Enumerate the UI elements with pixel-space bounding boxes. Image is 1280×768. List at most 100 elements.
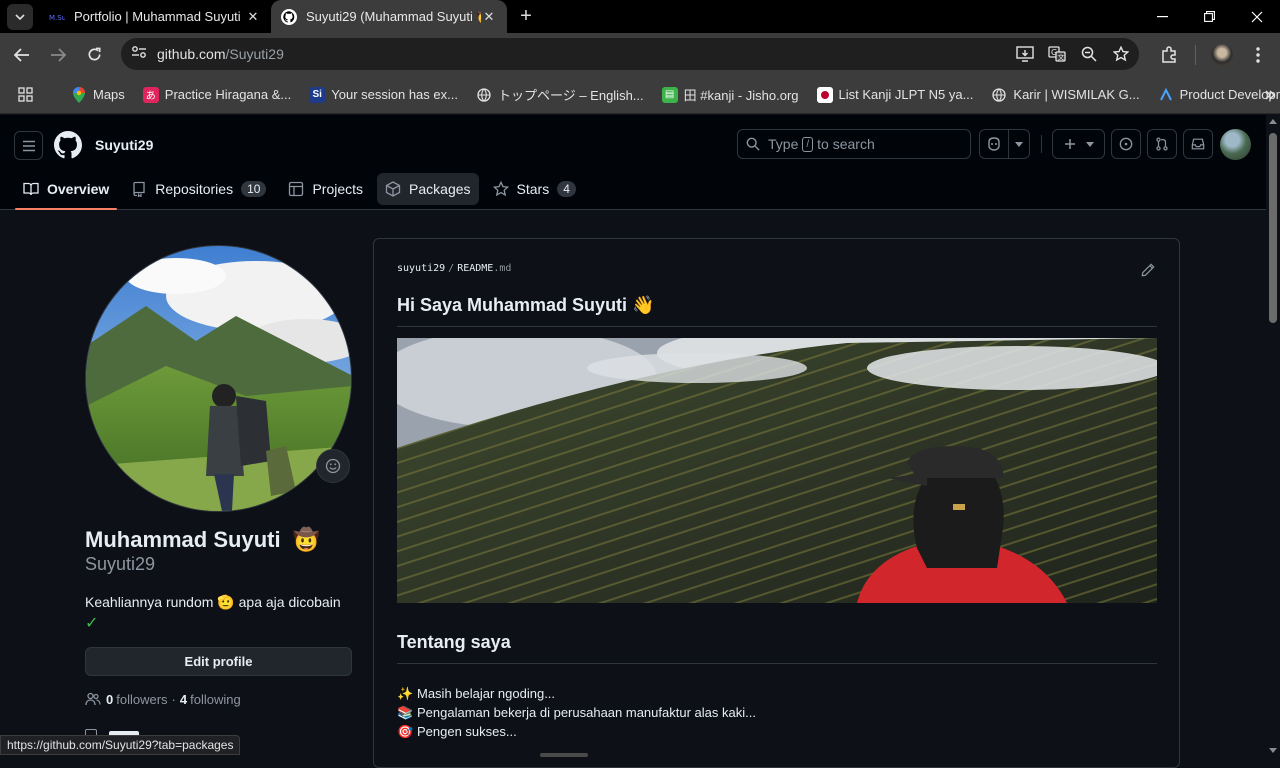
url-text: github.com/Suyuti29	[157, 46, 284, 62]
inbox-icon	[1191, 138, 1205, 150]
readme-banner-image	[397, 338, 1157, 603]
restore-icon[interactable]	[1186, 0, 1233, 33]
issues-button[interactable]	[1111, 129, 1141, 159]
following-label: following	[190, 691, 241, 707]
github-logo-icon[interactable]	[54, 131, 82, 164]
globe-icon	[991, 87, 1007, 103]
browser-tab-github[interactable]: Suyuti29 (Muhammad Suyuti 🤠 ✕	[271, 0, 507, 33]
product-icon	[1158, 87, 1174, 103]
chevron-down-icon	[15, 13, 25, 20]
cowboy-emoji-icon: 🤠	[292, 527, 321, 552]
browser-tab-portfolio[interactable]: M.Sut Portfolio | Muhammad Suyuti ✕	[39, 0, 271, 33]
create-new-button[interactable]	[1052, 129, 1105, 159]
back-icon[interactable]	[4, 39, 40, 71]
profile-avatar-icon[interactable]	[1204, 43, 1240, 66]
copilot-dropdown[interactable]	[1008, 129, 1030, 159]
close-tab-icon[interactable]: ✕	[481, 9, 497, 25]
bookmark-label: Karir | WISMILAK G...	[1013, 87, 1140, 102]
bookmark-label: Maps	[93, 87, 125, 102]
hamburger-menu-icon[interactable]	[14, 131, 43, 160]
site-info-icon[interactable]	[131, 45, 147, 64]
translate-icon[interactable]: G文	[1047, 44, 1067, 64]
forward-icon[interactable]	[40, 39, 76, 71]
jisho-icon: ▤	[661, 86, 678, 103]
bookmark-maps[interactable]: Maps	[71, 86, 125, 103]
menu-kebab-icon[interactable]	[1240, 46, 1276, 63]
profile-bio: Keahliannya rundom 🫡 apa aja dicobain ✓	[85, 592, 355, 634]
search-input[interactable]: Type / to search	[737, 129, 971, 159]
search-icon	[746, 137, 760, 151]
search-shortcut-key: /	[802, 136, 814, 152]
bookmark-hiragana[interactable]: あ Practice Hiragana &...	[142, 86, 291, 103]
more-bookmarks-icon[interactable]	[1264, 89, 1276, 101]
apps-grid-icon[interactable]	[18, 87, 33, 102]
browser-toolbar: github.com/Suyuti29 G文	[0, 33, 1280, 76]
copilot-icon	[988, 137, 1000, 151]
list-item-text: Masih belajar ngoding...	[417, 686, 556, 701]
inbox-button[interactable]	[1183, 129, 1213, 159]
tab-stars[interactable]: Stars 4	[485, 173, 584, 205]
hiragana-icon: あ	[142, 86, 159, 103]
tab-search-button[interactable]	[7, 3, 33, 30]
bookmark-wismilak[interactable]: Karir | WISMILAK G...	[991, 87, 1140, 103]
close-tab-icon[interactable]: ✕	[245, 9, 261, 25]
following-link[interactable]: 4 following	[180, 692, 241, 707]
bookmark-session[interactable]: Si Your session has ex...	[309, 86, 458, 103]
profile-login: Suyuti29	[85, 554, 156, 574]
close-window-icon[interactable]	[1233, 0, 1280, 33]
tab-label: Repositories	[155, 181, 234, 197]
new-tab-button[interactable]: +	[511, 5, 541, 28]
bookmark-kanji-list[interactable]: List Kanji JLPT N5 ya...	[816, 86, 973, 103]
scroll-up-arrow-icon[interactable]	[1269, 119, 1277, 124]
scroll-thumb[interactable]	[1269, 133, 1277, 323]
tab-label: Packages	[409, 181, 471, 197]
pull-request-icon	[1156, 137, 1168, 151]
github-favicon-icon	[281, 8, 297, 25]
tab-projects[interactable]: Projects	[280, 173, 371, 205]
profile-nav-tabs: Overview Repositories 10 Projects Packag…	[15, 173, 590, 210]
install-app-icon[interactable]	[1015, 44, 1035, 64]
tab-overview[interactable]: Overview	[15, 173, 118, 210]
reload-icon[interactable]	[76, 39, 112, 71]
bookmark-product[interactable]: Product Developme...	[1158, 87, 1280, 103]
bookmark-label: 田 #kanji - Jisho.org	[683, 88, 799, 103]
pull-requests-button[interactable]	[1147, 129, 1177, 159]
profile-photo	[86, 246, 351, 511]
zoom-icon[interactable]	[1079, 44, 1099, 64]
globe-icon	[476, 87, 492, 103]
bookmark-jisho[interactable]: ▤ 田 #kanji - Jisho.org	[661, 85, 799, 104]
tab-title: Portfolio | Muhammad Suyuti	[74, 9, 241, 24]
horizontal-scroll-thumb[interactable]	[540, 753, 588, 757]
bookmarks-bar: Maps あ Practice Hiragana &... Si Your se…	[0, 76, 1280, 114]
list-item-text: Pengalaman bekerja di perusahaan manufak…	[417, 705, 756, 720]
readme-owner[interactable]: suyuti29	[397, 263, 445, 274]
header-username[interactable]: Suyuti29	[95, 137, 153, 153]
copilot-button[interactable]	[979, 129, 1009, 159]
extensions-icon[interactable]	[1151, 45, 1187, 64]
edit-profile-button[interactable]: Edit profile	[85, 647, 352, 676]
target-icon: 🎯	[397, 724, 414, 739]
set-status-button[interactable]	[316, 449, 350, 483]
followers-link[interactable]: 0 followers	[106, 692, 168, 707]
followers-count: 0	[106, 691, 114, 707]
profile-avatar[interactable]	[85, 245, 352, 512]
bookmark-english-page[interactable]: トップページ – English...	[476, 85, 644, 104]
tab-packages[interactable]: Packages	[377, 173, 479, 205]
plus-icon	[1064, 139, 1075, 149]
address-bar[interactable]: github.com/Suyuti29 G文	[121, 38, 1139, 70]
readme-filename[interactable]: README	[457, 263, 493, 274]
edit-readme-button[interactable]	[1141, 263, 1155, 282]
caret-down-icon	[1085, 141, 1094, 147]
minimize-icon[interactable]	[1139, 0, 1186, 33]
followers-following: 0 followers · 4 following	[85, 691, 241, 707]
profile-bio-text: Keahliannya rundom 🫡 apa aja dicobain	[85, 594, 341, 610]
vertical-scrollbar[interactable]	[1266, 115, 1280, 757]
user-avatar-small[interactable]	[1220, 129, 1251, 160]
url-host: github.com	[157, 46, 226, 62]
list-item-text: Pengen sukses...	[417, 724, 517, 739]
scroll-down-arrow-icon[interactable]	[1269, 748, 1277, 753]
bookmark-star-icon[interactable]	[1111, 44, 1131, 64]
tab-repositories[interactable]: Repositories 10	[123, 173, 274, 205]
star-icon	[492, 181, 509, 197]
book-icon	[23, 182, 39, 196]
